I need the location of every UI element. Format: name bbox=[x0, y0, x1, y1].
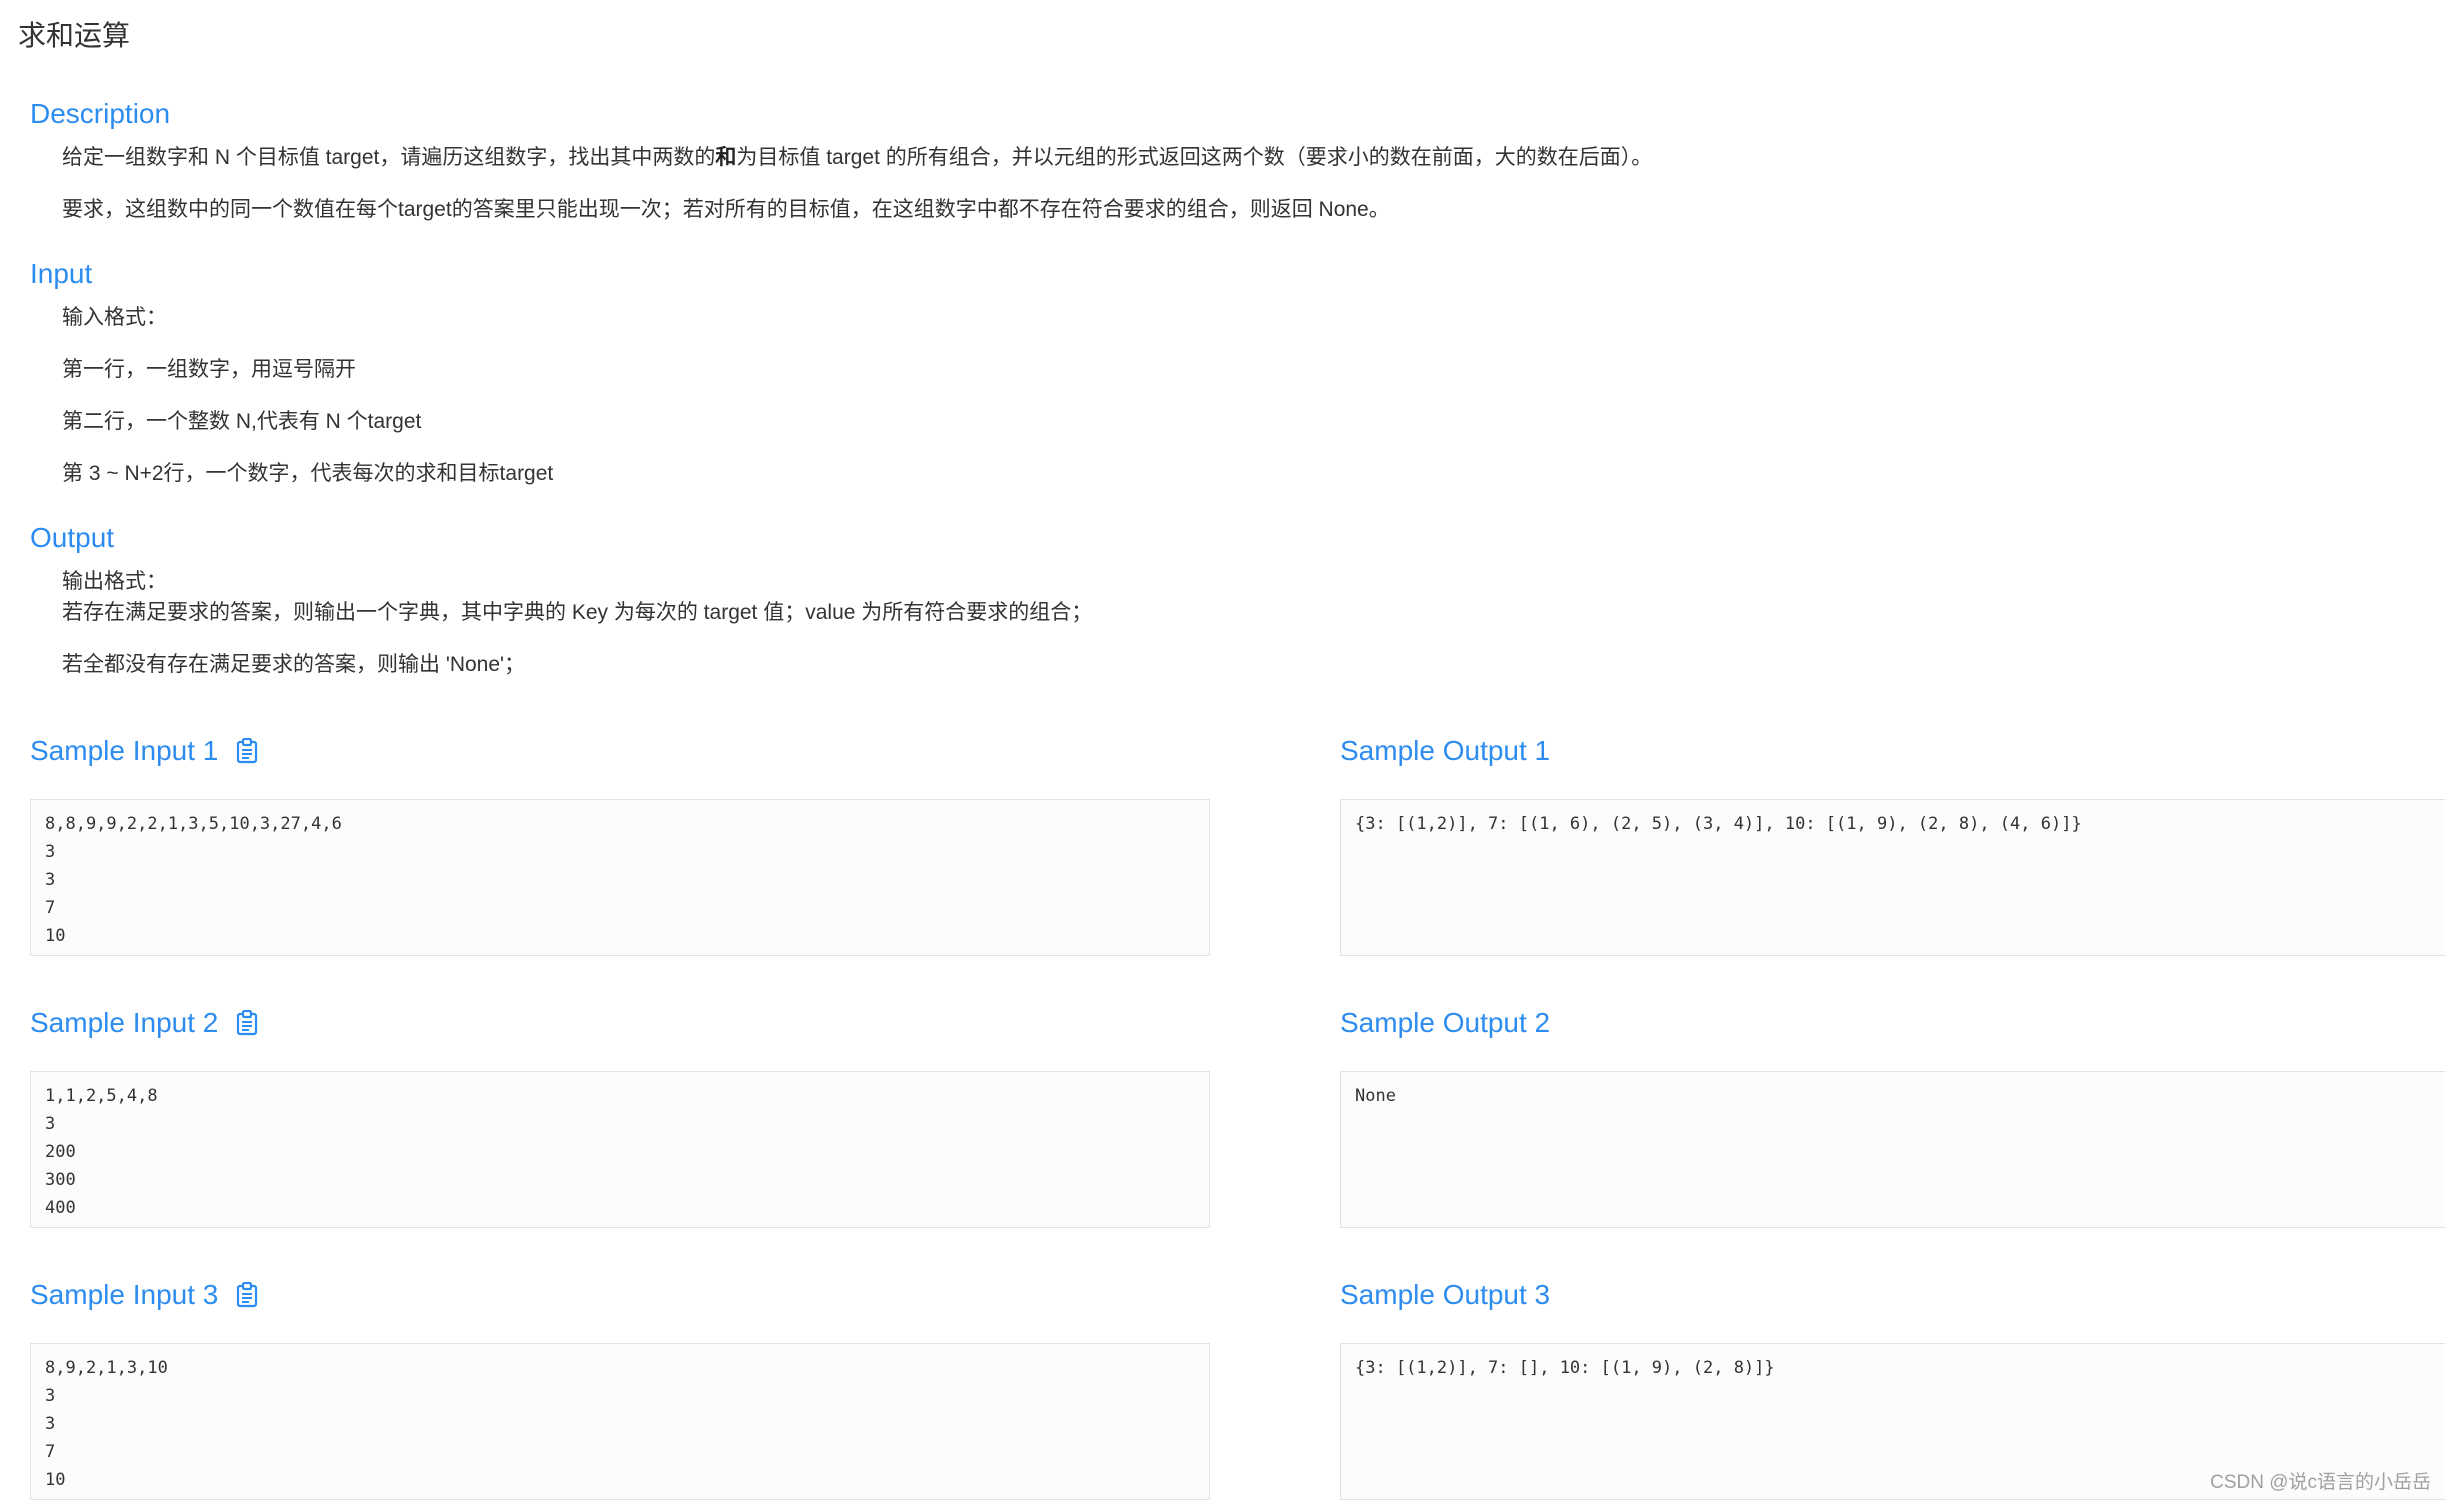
sample-input-2-box[interactable]: 1,1,2,5,4,8 3 200 300 400 bbox=[30, 1071, 1210, 1228]
description-p1-before: 给定一组数字和 N 个目标值 target，请遍历这组数字，找出其中两数的 bbox=[62, 146, 716, 169]
description-p1-bold: 和 bbox=[715, 146, 737, 169]
output-line-2: 若存在满足要求的答案，则输出一个字典，其中字典的 Key 为每次的 target… bbox=[62, 601, 1093, 624]
sample-input-line: 10 bbox=[45, 1470, 66, 1490]
sample-input-3-title: Sample Input 3 bbox=[30, 1279, 219, 1310]
input-line-2: 第一行，一组数字，用逗号隔开 bbox=[62, 358, 356, 381]
sample-output-line: None bbox=[1355, 1086, 1396, 1106]
output-line-3: 若全都没有存在满足要求的答案，则输出 'None'； bbox=[62, 653, 526, 676]
sample-input-3-box[interactable]: 8,9,2,1,3,10 3 3 7 10 bbox=[30, 1343, 1210, 1500]
sample-output-1-box[interactable]: {3: [(1,2)], 7: [(1, 6), (2, 5), (3, 4)]… bbox=[1340, 799, 2445, 956]
sample-input-line: 200 bbox=[45, 1142, 76, 1162]
output-heading: Output bbox=[30, 522, 115, 553]
page-title: 求和运算 bbox=[18, 20, 131, 51]
watermark: CSDN @说c语言的小岳岳 bbox=[2210, 1472, 2431, 1493]
sample-input-2-title: Sample Input 2 bbox=[30, 1007, 219, 1038]
sample-output-line: {3: [(1,2)], 7: [], 10: [(1, 9), (2, 8)]… bbox=[1355, 1358, 1775, 1378]
sample-output-3-heading: Sample Output 3 bbox=[1340, 1279, 1551, 1310]
sample-input-2-heading: Sample Input 2 bbox=[30, 1007, 258, 1039]
description-p1-after: 为目标值 target 的所有组合，并以元组的形式返回这两个数（要求小的数在前面… bbox=[736, 146, 1653, 169]
sample-input-line: 1,1,2,5,4,8 bbox=[45, 1086, 158, 1106]
sample-input-line: 3 bbox=[45, 842, 56, 862]
sample-input-line: 3 bbox=[45, 870, 56, 890]
sample-input-line: 8,9,2,1,3,10 bbox=[45, 1358, 168, 1378]
input-line-1: 输入格式： bbox=[62, 306, 167, 329]
sample-input-line: 7 bbox=[45, 1442, 56, 1462]
description-paragraph-2: 要求，这组数中的同一个数值在每个target的答案里只能出现一次；若对所有的目标… bbox=[62, 198, 1390, 221]
clipboard-icon[interactable] bbox=[236, 1281, 258, 1308]
sample-output-line: {3: [(1,2)], 7: [(1, 6), (2, 5), (3, 4)]… bbox=[1355, 814, 2082, 834]
sample-input-1-heading: Sample Input 1 bbox=[30, 735, 258, 767]
sample-output-2-heading: Sample Output 2 bbox=[1340, 1007, 1551, 1038]
input-line-4: 第 3 ~ N+2行，一个数字，代表每次的求和目标target bbox=[62, 462, 554, 485]
description-paragraph-1: 给定一组数字和 N 个目标值 target，请遍历这组数字，找出其中两数的和为目… bbox=[62, 142, 1652, 173]
sample-input-3-heading: Sample Input 3 bbox=[30, 1279, 258, 1311]
sample-input-line: 3 bbox=[45, 1414, 56, 1434]
sample-input-line: 7 bbox=[45, 898, 56, 918]
sample-input-line: 3 bbox=[45, 1114, 56, 1134]
clipboard-icon[interactable] bbox=[236, 737, 258, 764]
sample-output-2-box[interactable]: None bbox=[1340, 1071, 2445, 1228]
output-line-1: 输出格式： bbox=[62, 570, 167, 593]
sample-input-line: 10 bbox=[45, 926, 66, 946]
sample-input-line: 400 bbox=[45, 1198, 76, 1218]
sample-input-line: 8,8,9,9,2,2,1,3,5,10,3,27,4,6 bbox=[45, 814, 342, 834]
input-heading: Input bbox=[30, 258, 93, 289]
description-heading: Description bbox=[30, 98, 171, 129]
problem-page: 求和运算 Description 给定一组数字和 N 个目标值 target，请… bbox=[0, 0, 2445, 1510]
sample-input-line: 3 bbox=[45, 1386, 56, 1406]
sample-input-1-box[interactable]: 8,8,9,9,2,2,1,3,5,10,3,27,4,6 3 3 7 10 bbox=[30, 799, 1210, 956]
sample-input-1-title: Sample Input 1 bbox=[30, 735, 219, 766]
sample-output-1-heading: Sample Output 1 bbox=[1340, 735, 1551, 766]
clipboard-icon[interactable] bbox=[236, 1009, 258, 1036]
sample-input-line: 300 bbox=[45, 1170, 76, 1190]
input-line-3: 第二行，一个整数 N,代表有 N 个target bbox=[62, 410, 422, 433]
